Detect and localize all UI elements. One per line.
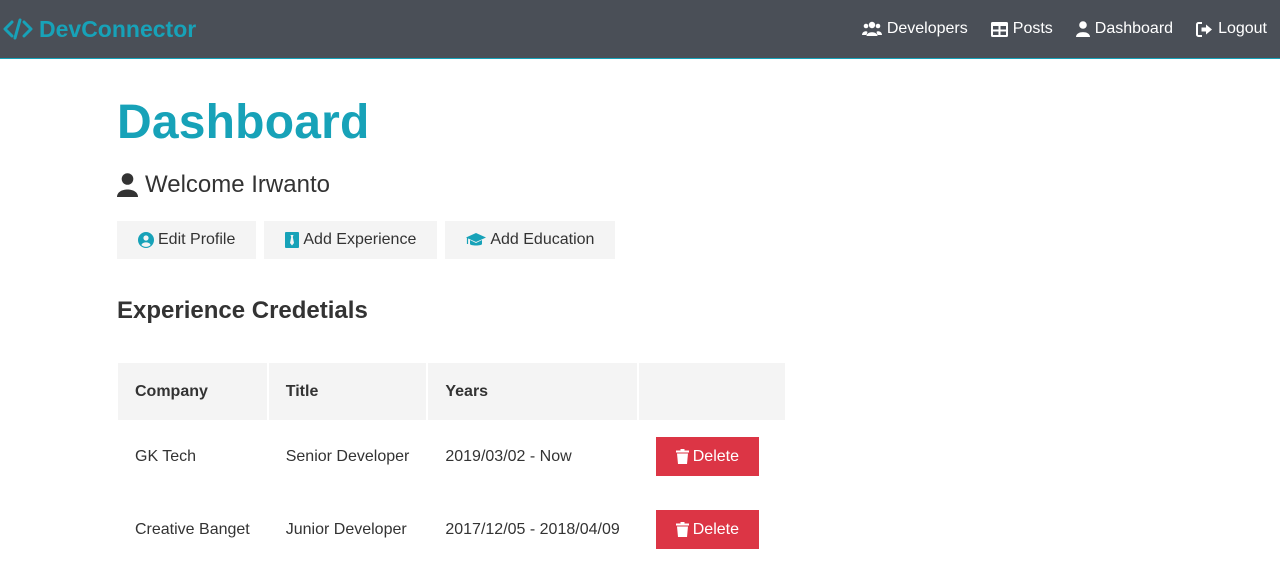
- graduation-cap-icon: [466, 232, 487, 248]
- nav-logout[interactable]: Logout: [1196, 20, 1267, 38]
- black-tie-icon: [285, 232, 300, 248]
- cell-title: Senior Developer: [285, 447, 410, 465]
- table-body: GK Tech Senior Developer 2019/03/02 - No…: [118, 420, 785, 566]
- add-education-label: Add Education: [490, 231, 595, 248]
- experience-table: Company Title Years GK Tech Senior Devel…: [116, 363, 787, 566]
- users-icon: [861, 21, 882, 37]
- cell-years: 2017/12/05 - 2018/04/09: [445, 520, 620, 538]
- delete-label: Delete: [692, 447, 739, 465]
- nav-dashboard[interactable]: Dashboard: [1075, 20, 1174, 38]
- add-experience-button[interactable]: Add Experience: [264, 221, 438, 259]
- column-title: Title: [268, 363, 427, 420]
- table-header: Company Title Years: [118, 363, 785, 420]
- brand-name: DevConnector: [39, 15, 197, 42]
- nav-posts[interactable]: Posts: [990, 20, 1053, 38]
- nav-developers-label: Developers: [886, 20, 968, 37]
- cell-action: Delete: [639, 493, 785, 566]
- delete-button[interactable]: Delete: [655, 510, 759, 549]
- column-company: Company: [118, 363, 267, 420]
- cell-company: Creative Banget: [135, 520, 250, 538]
- add-education-button[interactable]: Add Education: [445, 221, 616, 259]
- page-title: Dashboard: [117, 96, 370, 149]
- navbar: DevConnector Developers Posts Dashboard …: [0, 0, 1280, 59]
- edit-profile-label: Edit Profile: [158, 231, 236, 248]
- posts-icon: [990, 21, 1008, 37]
- user-icon: [1075, 21, 1090, 37]
- add-experience-label: Add Experience: [303, 231, 417, 248]
- code-icon: [3, 17, 33, 41]
- trash-icon: [675, 522, 689, 537]
- cell-action: Delete: [639, 420, 785, 493]
- delete-label: Delete: [692, 520, 739, 538]
- trash-icon: [675, 449, 689, 464]
- brand-link[interactable]: DevConnector: [3, 16, 196, 43]
- edit-profile-button[interactable]: Edit Profile: [117, 221, 257, 259]
- cell-title: Junior Developer: [285, 520, 407, 538]
- user-icon: [117, 173, 138, 197]
- column-years: Years: [428, 363, 637, 420]
- nav-logout-label: Logout: [1218, 20, 1267, 37]
- cell-years: 2019/03/02 - Now: [445, 447, 572, 465]
- delete-button[interactable]: Delete: [655, 437, 759, 476]
- welcome-text: Welcome Irwanto: [145, 171, 330, 198]
- experience-heading: Experience Credetials: [117, 297, 368, 324]
- table-row: GK Tech Senior Developer 2019/03/02 - No…: [118, 420, 785, 493]
- nav-links: Developers Posts Dashboard Logout: [839, 0, 1280, 58]
- table-row: Creative Banget Junior Developer 2017/12…: [118, 493, 785, 566]
- nav-dashboard-label: Dashboard: [1094, 20, 1174, 37]
- nav-developers[interactable]: Developers: [861, 20, 968, 38]
- logout-icon: [1196, 21, 1213, 37]
- welcome-message: Welcome Irwanto: [117, 171, 330, 199]
- nav-posts-label: Posts: [1012, 20, 1053, 37]
- cell-company: GK Tech: [135, 447, 197, 465]
- dashboard-actions: Edit Profile Add Experience Add Educatio…: [117, 221, 623, 259]
- user-circle-icon: [138, 232, 154, 248]
- table-header-row: Company Title Years: [118, 363, 785, 420]
- column-action: [638, 363, 785, 420]
